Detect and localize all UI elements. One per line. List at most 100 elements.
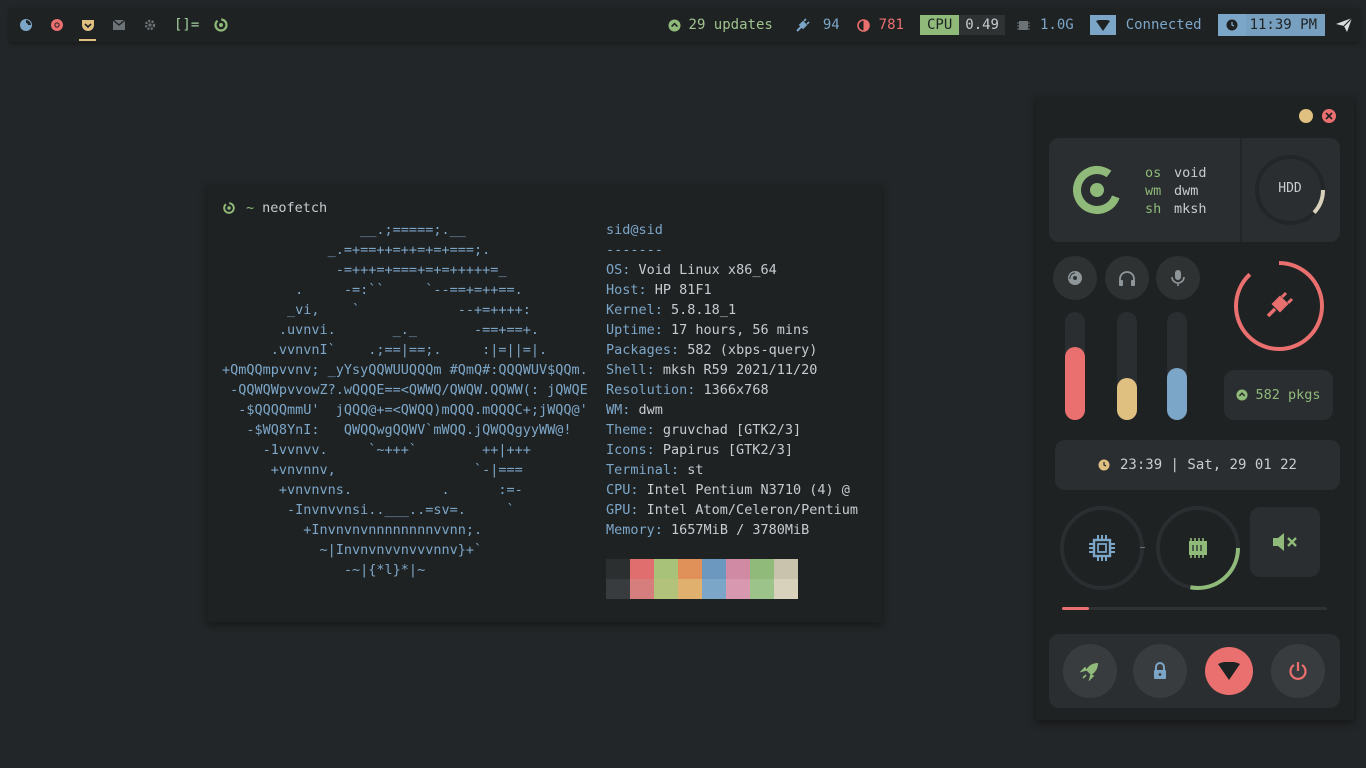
info-colon: :	[622, 402, 639, 418]
brightness-icon	[856, 18, 870, 32]
clock-date: 23:39 | Sat, 29 01 22	[1119, 457, 1297, 473]
info-value: 582 (xbps-query)	[687, 342, 818, 358]
clock-module[interactable]: 11:39 PM	[1217, 8, 1325, 42]
cpu-module[interactable]: CPU 0.49	[919, 8, 1005, 42]
packages-card[interactable]: 582 pkgs	[1224, 370, 1333, 420]
brightness-value: 781	[878, 17, 904, 33]
info-key: Host	[606, 282, 639, 298]
logo-line: -$WQ8YnI: QWQQwgQQWV`mWQQ.jQWQQgyyWW@!	[222, 422, 572, 438]
info-row: Shell: mksh R59 2021/11/20	[606, 360, 858, 380]
void-logo[interactable]	[213, 17, 229, 33]
info-colon: :	[630, 482, 647, 498]
color-swatch	[630, 559, 654, 579]
info-colon: :	[630, 502, 647, 518]
rocket-icon	[1080, 663, 1098, 681]
info-colon: :	[687, 382, 704, 398]
close-button[interactable]	[1322, 109, 1336, 123]
info-row: Host: HP 81F1	[606, 280, 858, 300]
battery-module[interactable]: 94	[795, 8, 840, 42]
color-swatch	[702, 559, 726, 579]
logo-line: ~|Invnvnvvnvvvnnv}+`	[222, 542, 483, 558]
updates-count: 29 updates	[688, 17, 773, 33]
info-row: Resolution: 1366x768	[606, 380, 858, 400]
ram-icon	[1189, 538, 1207, 558]
void-prompt-icon	[223, 202, 235, 214]
color-swatch	[726, 579, 750, 599]
info-value: gruvchad [GTK2/3]	[662, 422, 802, 438]
tag-mail[interactable]	[103, 8, 134, 42]
clock-icon	[1217, 14, 1246, 36]
layout-indicator[interactable]: []=	[174, 17, 199, 33]
info-value: 5.8.18_1	[671, 302, 737, 318]
prompt-command: neofetch	[262, 200, 328, 216]
clock-time: 11:39 PM	[1245, 14, 1325, 36]
info-key: Shell	[606, 362, 647, 378]
wifi-toggle-button[interactable]	[1205, 647, 1253, 695]
info-key: Theme	[606, 422, 647, 438]
info-key: Resolution	[606, 382, 688, 398]
user-host: sid@sid	[606, 222, 663, 238]
chrome-icon	[50, 19, 63, 31]
headphone-slider[interactable]	[1117, 312, 1137, 420]
brightness-bar[interactable]	[1062, 607, 1327, 610]
music-disc-icon	[1068, 271, 1082, 285]
logo-line: .uvnvi. _._ -==+==+.	[222, 322, 539, 338]
info-colon: :	[646, 362, 663, 378]
mute-button[interactable]	[1250, 507, 1320, 577]
microphone-icon	[1171, 270, 1185, 286]
info-row: Icons: Papirus [GTK2/3]	[606, 440, 858, 460]
info-colon: :	[671, 462, 688, 478]
lock-button[interactable]	[1133, 644, 1187, 698]
tag-firefox[interactable]	[10, 8, 41, 42]
power-button[interactable]	[1271, 644, 1325, 698]
logo-line: _.=+==++=++=+=+===;.	[222, 242, 491, 258]
ring-connector	[1140, 547, 1145, 548]
logo-line: +Invnvnvnnnnnnnnvvnn;.	[222, 522, 483, 538]
tag-settings[interactable]	[134, 8, 165, 42]
headphones-button[interactable]	[1105, 256, 1149, 300]
microphone-button[interactable]	[1156, 256, 1200, 300]
sysinfo-value: void	[1174, 165, 1207, 181]
info-colon: :	[654, 302, 672, 318]
terminal-window[interactable]: ~ neofetch __.;=====;.__ _.=+==++=++=+=+…	[207, 184, 882, 622]
info-key: Icons	[606, 442, 647, 458]
microphone-slider[interactable]	[1167, 312, 1187, 420]
info-separator: -------	[606, 242, 663, 258]
hdd-label: HDD	[1278, 181, 1302, 196]
wifi-icon	[1218, 662, 1240, 680]
memory-module[interactable]: 1.0G	[1016, 8, 1074, 42]
volume-slider-fill	[1065, 346, 1085, 420]
info-key: WM	[606, 402, 623, 418]
volume-mute-icon	[1273, 533, 1297, 551]
sysinfo-key: os	[1145, 165, 1162, 181]
minimize-button[interactable]	[1299, 109, 1313, 123]
logo-line: .vvnvnI` .;==|==;. :|=||=|.	[222, 342, 548, 358]
logo-line: -QQWQWpvvowZ?.wQQQE==<QWWQ/QWQW.QQWW(: j…	[222, 382, 588, 398]
logo-line: __.;=====;.__	[222, 222, 466, 238]
info-row: WM: dwm	[606, 400, 858, 420]
send-button[interactable]	[1335, 8, 1353, 42]
sysinfo-list: os void wm dwm sh mksh	[1145, 164, 1207, 218]
tag-pocket[interactable]	[72, 8, 103, 42]
cpu-label: CPU	[919, 15, 960, 35]
brightness-module[interactable]: 781	[856, 8, 904, 42]
lock-icon	[1154, 662, 1166, 679]
cpu-load: 0.49	[959, 15, 1005, 35]
launcher-button[interactable]	[1063, 644, 1117, 698]
info-row: Uptime: 17 hours, 56 mins	[606, 320, 858, 340]
info-list: OS: Void Linux x86_64 Host: HP 81F1 Kernel…	[606, 260, 858, 540]
tag-chrome[interactable]	[41, 8, 72, 42]
void-icon	[214, 18, 228, 32]
sysinfo-key: sh	[1145, 201, 1162, 217]
firefox-icon	[19, 19, 32, 31]
network-module[interactable]: Connected	[1089, 8, 1202, 42]
color-swatch	[678, 579, 702, 599]
music-button[interactable]	[1053, 256, 1097, 300]
color-swatch	[630, 579, 654, 599]
updates-module[interactable]: 29 updates	[668, 8, 773, 42]
logo-line: +vnvnnv, `-|===	[222, 462, 523, 478]
volume-slider[interactable]	[1065, 312, 1085, 420]
color-swatch	[702, 579, 726, 599]
info-row: Terminal: st	[606, 460, 858, 480]
info-value: Intel Atom/Celeron/Pentium	[646, 502, 858, 518]
